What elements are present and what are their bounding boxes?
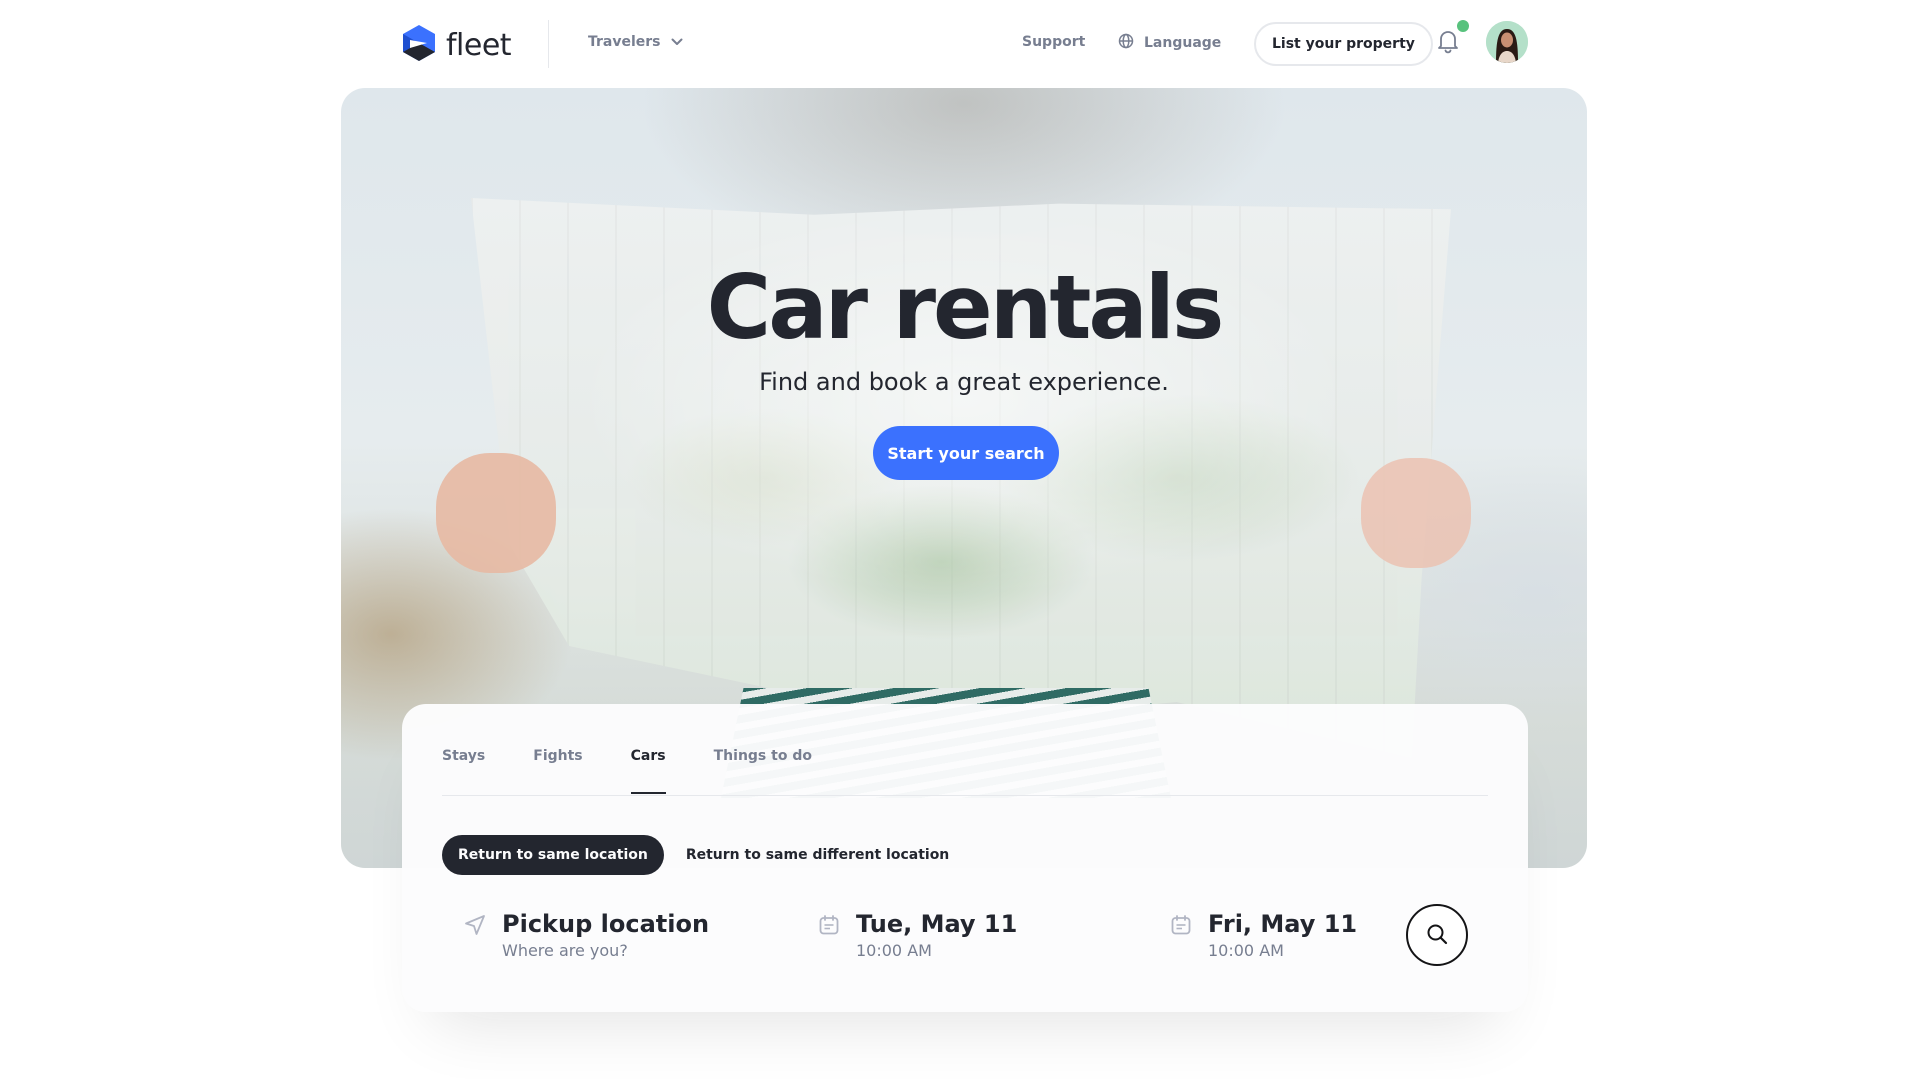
language-selector[interactable]: Language <box>1118 33 1221 53</box>
header-divider <box>548 20 549 68</box>
hero-subtitle: Find and book a great experience. <box>759 368 1169 396</box>
logo-link[interactable]: fleet <box>402 24 512 66</box>
pickup-date-field[interactable]: Tue, May 11 10:00 AM <box>818 908 1017 962</box>
notification-badge <box>1457 20 1469 32</box>
search-icon <box>1426 923 1448 948</box>
search-button[interactable] <box>1406 904 1468 966</box>
return-different-location-chip[interactable]: Return to same different location <box>670 835 965 875</box>
calendar-icon <box>818 914 840 940</box>
search-tabs: Stays Fights Cars Things to do <box>442 748 812 794</box>
list-property-button[interactable]: List your property <box>1254 22 1433 66</box>
fleet-logo-icon <box>402 24 436 66</box>
return-same-location-chip[interactable]: Return to same location <box>442 835 664 875</box>
pickup-location-title: Pickup location <box>502 910 710 938</box>
tab-cars[interactable]: Cars <box>630 748 666 794</box>
bell-icon[interactable] <box>1436 28 1460 58</box>
pickup-time: 10:00 AM <box>856 941 932 960</box>
hero-title: Car rentals <box>706 256 1225 359</box>
tab-things-to-do[interactable]: Things to do <box>714 748 812 794</box>
logo-text: fleet <box>446 27 512 63</box>
dropoff-date-field[interactable]: Fri, May 11 10:00 AM <box>1170 908 1357 962</box>
chevron-down-icon <box>671 34 683 50</box>
search-panel: Stays Fights Cars Things to do Return to… <box>402 704 1528 1012</box>
tab-flights[interactable]: Fights <box>533 748 582 794</box>
language-label: Language <box>1144 35 1222 51</box>
site-header: fleet Travelers Support Language List yo… <box>0 0 1919 88</box>
support-link[interactable]: Support <box>1022 34 1085 50</box>
tab-stays[interactable]: Stays <box>442 748 485 794</box>
dropoff-date: Fri, May 11 <box>1208 910 1358 938</box>
pickup-location-field[interactable]: Pickup location Where are you? <box>464 908 709 962</box>
travelers-label: Travelers <box>588 34 661 50</box>
tabs-divider <box>442 795 1488 796</box>
start-search-button[interactable]: Start your search <box>873 426 1059 480</box>
globe-icon <box>1118 33 1134 53</box>
dropoff-time: 10:00 AM <box>1208 941 1284 960</box>
calendar-icon <box>1170 914 1192 940</box>
travelers-dropdown[interactable]: Travelers <box>588 34 683 50</box>
return-options: Return to same location Return to same d… <box>442 835 965 875</box>
pickup-date: Tue, May 11 <box>856 910 1018 938</box>
navigation-arrow-icon <box>464 914 486 940</box>
pickup-location-placeholder: Where are you? <box>502 941 628 960</box>
user-avatar[interactable] <box>1486 21 1528 63</box>
